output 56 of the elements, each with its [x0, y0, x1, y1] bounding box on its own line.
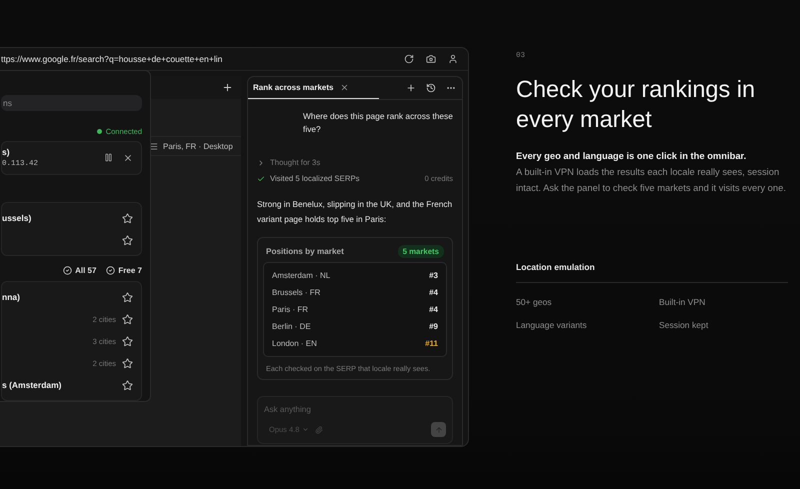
location-name[interactable]: ussels): [2, 213, 116, 223]
plus-icon[interactable]: [406, 83, 416, 93]
star-icon[interactable]: [122, 380, 133, 390]
rank-value: #9: [429, 322, 438, 331]
address-field[interactable]: ttps://www.google.fr/search?q=housse+de+couette+en+lin: [1, 54, 392, 64]
card-title: Positions by market: [266, 247, 344, 256]
chevron-down-icon: [302, 426, 310, 433]
close-icon[interactable]: [123, 152, 133, 162]
star-icon[interactable]: [122, 314, 133, 324]
camera-icon[interactable]: [426, 54, 436, 64]
star-icon[interactable]: [122, 358, 133, 368]
filter-chip[interactable]: Free 7: [106, 266, 142, 275]
list-icon: [149, 142, 158, 150]
chat-input[interactable]: Ask anything: [264, 405, 446, 414]
new-tab-icon[interactable]: [222, 82, 233, 93]
paperclip-icon[interactable]: [315, 426, 324, 434]
market-name: Brussels · FR: [272, 288, 320, 297]
rank-value: #11: [425, 339, 438, 348]
rank-value: #3: [429, 271, 438, 280]
market-name: Paris · FR: [272, 305, 308, 314]
market-name: Berlin · DE: [272, 322, 311, 331]
section-title: Location emulation: [516, 262, 788, 283]
user-message: Where does this page rank across these five?: [303, 110, 454, 136]
check-icon: [257, 174, 265, 182]
star-icon[interactable]: [122, 336, 133, 346]
feature-item: 50+ geos: [516, 297, 553, 307]
star-icon[interactable]: [122, 234, 133, 246]
answer-text: Strong in Benelux, slipping in the UK, and the French variant page holds top five in Paris:: [257, 198, 453, 226]
star-icon[interactable]: [122, 212, 133, 224]
history-icon[interactable]: [426, 83, 436, 93]
chat-tab[interactable]: Rank across markets: [248, 77, 378, 99]
market-name: London · EN: [272, 339, 317, 348]
filter-chip[interactable]: All 57: [63, 266, 96, 275]
feature-item: Built-in VPN: [659, 297, 706, 307]
market-name: Amsterdam · NL: [272, 271, 330, 280]
lead-text: Every geo and language is one click in the omnibar.: [516, 149, 748, 163]
feature-item: Language variants: [516, 320, 588, 330]
country-name[interactable]: s (Amsterdam): [2, 380, 116, 390]
chevron-icon[interactable]: [257, 158, 265, 166]
close-icon[interactable]: [340, 83, 348, 92]
pause-icon[interactable]: [104, 153, 113, 162]
user-icon[interactable]: [448, 54, 458, 64]
rank-value: #4: [429, 305, 438, 314]
location-label: Paris, FR · Desktop: [163, 142, 233, 150]
search-field[interactable]: ns: [1, 95, 142, 111]
rank-value: #4: [429, 288, 438, 297]
reload-icon[interactable]: [404, 54, 414, 64]
check-circle-icon: [63, 266, 72, 275]
check-circle-icon: [106, 266, 116, 275]
feature-item: Session kept: [659, 320, 710, 330]
body-text: A built-in VPN loads the results each locale really sees, session intact. Ask the panel to check five markets and it visits every one.: [516, 165, 787, 195]
arrow-up-icon: [434, 426, 442, 434]
feature-heading: Check your rankings in every market: [516, 75, 756, 134]
star-icon[interactable]: [122, 292, 133, 302]
location-name: s): [2, 147, 11, 157]
country-name[interactable]: nna): [2, 292, 116, 302]
